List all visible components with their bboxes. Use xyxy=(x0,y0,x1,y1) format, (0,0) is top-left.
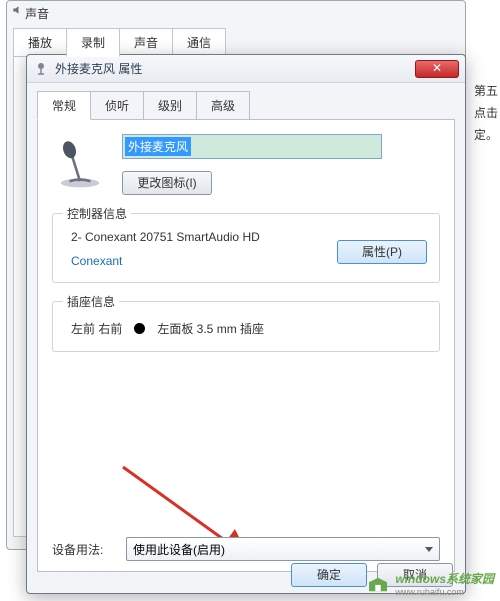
close-button[interactable]: ✕ xyxy=(415,60,459,78)
device-usage-row: 设备用法: 使用此设备(启用) xyxy=(52,537,440,561)
tab-levels[interactable]: 级别 xyxy=(143,91,197,119)
mic-properties-dialog: 外接麦克风 属性 ✕ 常规 侦听 级别 高级 外接麦克风 更改图标(I) xyxy=(26,54,466,594)
controller-info-group: 控制器信息 2- Conexant 20751 SmartAudio HD Co… xyxy=(52,213,440,283)
device-large-icon xyxy=(52,134,108,190)
tab-general[interactable]: 常规 xyxy=(37,91,91,120)
device-usage-value: 使用此设备(启用) xyxy=(133,541,225,558)
speaker-icon xyxy=(11,4,23,16)
change-icon-button[interactable]: 更改图标(I) xyxy=(122,171,212,195)
controller-legend: 控制器信息 xyxy=(63,205,131,222)
watermark-url: www.ruhaifu.com xyxy=(395,587,494,597)
jack-color-dot xyxy=(134,323,145,334)
sound-dialog-title-text: 声音 xyxy=(25,7,49,21)
controller-properties-button[interactable]: 属性(P) xyxy=(337,240,427,264)
property-tabs: 常规 侦听 级别 高级 xyxy=(37,91,455,120)
close-icon: ✕ xyxy=(432,61,442,75)
jack-info-group: 插座信息 左前 右前 左面板 3.5 mm 插座 xyxy=(52,301,440,352)
context-text: 第五 点击 定。 xyxy=(474,80,498,146)
tab-sounds[interactable]: 声音 xyxy=(119,28,173,56)
general-tabpanel: 外接麦克风 更改图标(I) 控制器信息 2- Conexant 20751 Sm… xyxy=(37,120,455,572)
dialog-title: 外接麦克风 属性 xyxy=(55,60,415,77)
device-usage-select[interactable]: 使用此设备(启用) xyxy=(126,537,440,561)
tab-playback[interactable]: 播放 xyxy=(13,28,67,56)
watermark: windows系统家园 www.ruhaifu.com xyxy=(367,570,494,597)
chevron-down-icon xyxy=(425,547,433,552)
sound-tabs: 播放 录制 声音 通信 xyxy=(13,28,459,57)
jack-legend: 插座信息 xyxy=(63,293,119,310)
ok-button[interactable]: 确定 xyxy=(291,563,367,587)
device-name-input[interactable]: 外接麦克风 xyxy=(122,134,382,159)
watermark-text: windows系统家园 xyxy=(395,570,494,587)
tab-communications[interactable]: 通信 xyxy=(172,28,226,56)
sound-dialog-title: 声音 xyxy=(7,1,465,22)
jack-location: 左前 右前 xyxy=(71,320,122,337)
tab-advanced[interactable]: 高级 xyxy=(196,91,250,119)
titlebar[interactable]: 外接麦克风 属性 ✕ xyxy=(27,55,465,83)
microphone-icon xyxy=(33,61,49,77)
vendor-link[interactable]: Conexant xyxy=(71,254,122,268)
jack-desc: 左面板 3.5 mm 插座 xyxy=(157,320,264,337)
device-usage-label: 设备用法: xyxy=(52,541,112,558)
watermark-logo-icon xyxy=(367,575,389,593)
tab-listen[interactable]: 侦听 xyxy=(90,91,144,119)
tab-recording[interactable]: 录制 xyxy=(66,28,120,57)
